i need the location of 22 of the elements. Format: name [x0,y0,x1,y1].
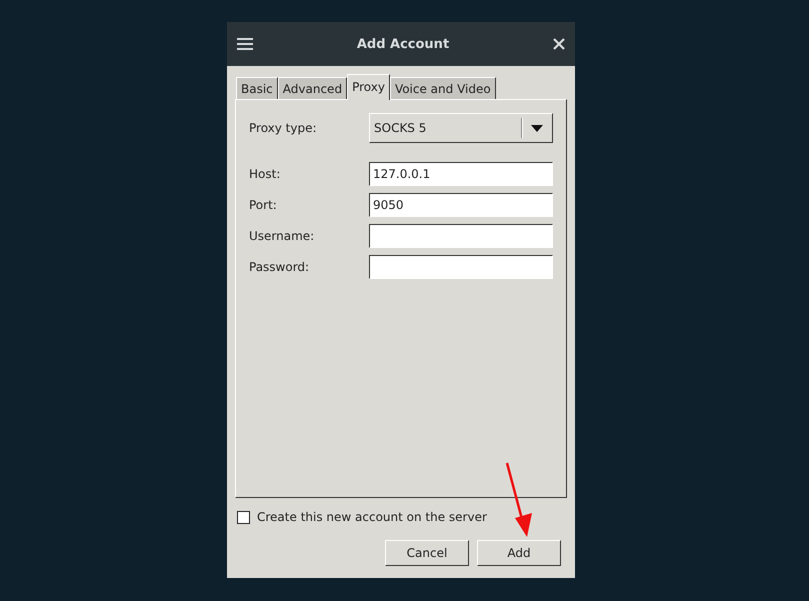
input-field[interactable]: 9050 [369,193,553,217]
input-field[interactable] [369,224,553,248]
input-field[interactable]: 127.0.0.1 [369,162,553,186]
window-title: Add Account [356,36,450,52]
dropdown-arrow-icon [531,124,543,132]
field-label: Host: [249,167,282,181]
tab[interactable]: Basic [236,77,278,99]
cancel-button[interactable]: Cancel [385,540,469,566]
field-label: Proxy type: [249,121,318,135]
tab[interactable]: Proxy [347,74,390,100]
tab[interactable]: Advanced [278,77,348,99]
menu-icon[interactable] [237,37,253,51]
tab[interactable]: Voice and Video [390,77,496,99]
proxy-type-dropdown[interactable]: SOCKS 5 [369,113,553,143]
checkbox-label[interactable]: Create this new account on the server [257,510,487,524]
checkbox[interactable] [237,510,250,524]
field-label: Port: [249,198,278,212]
input-field[interactable] [369,255,553,279]
close-icon[interactable] [553,38,565,50]
field-label: Password: [249,260,310,274]
add-button[interactable]: Add [477,540,561,566]
field-label: Username: [249,229,316,243]
